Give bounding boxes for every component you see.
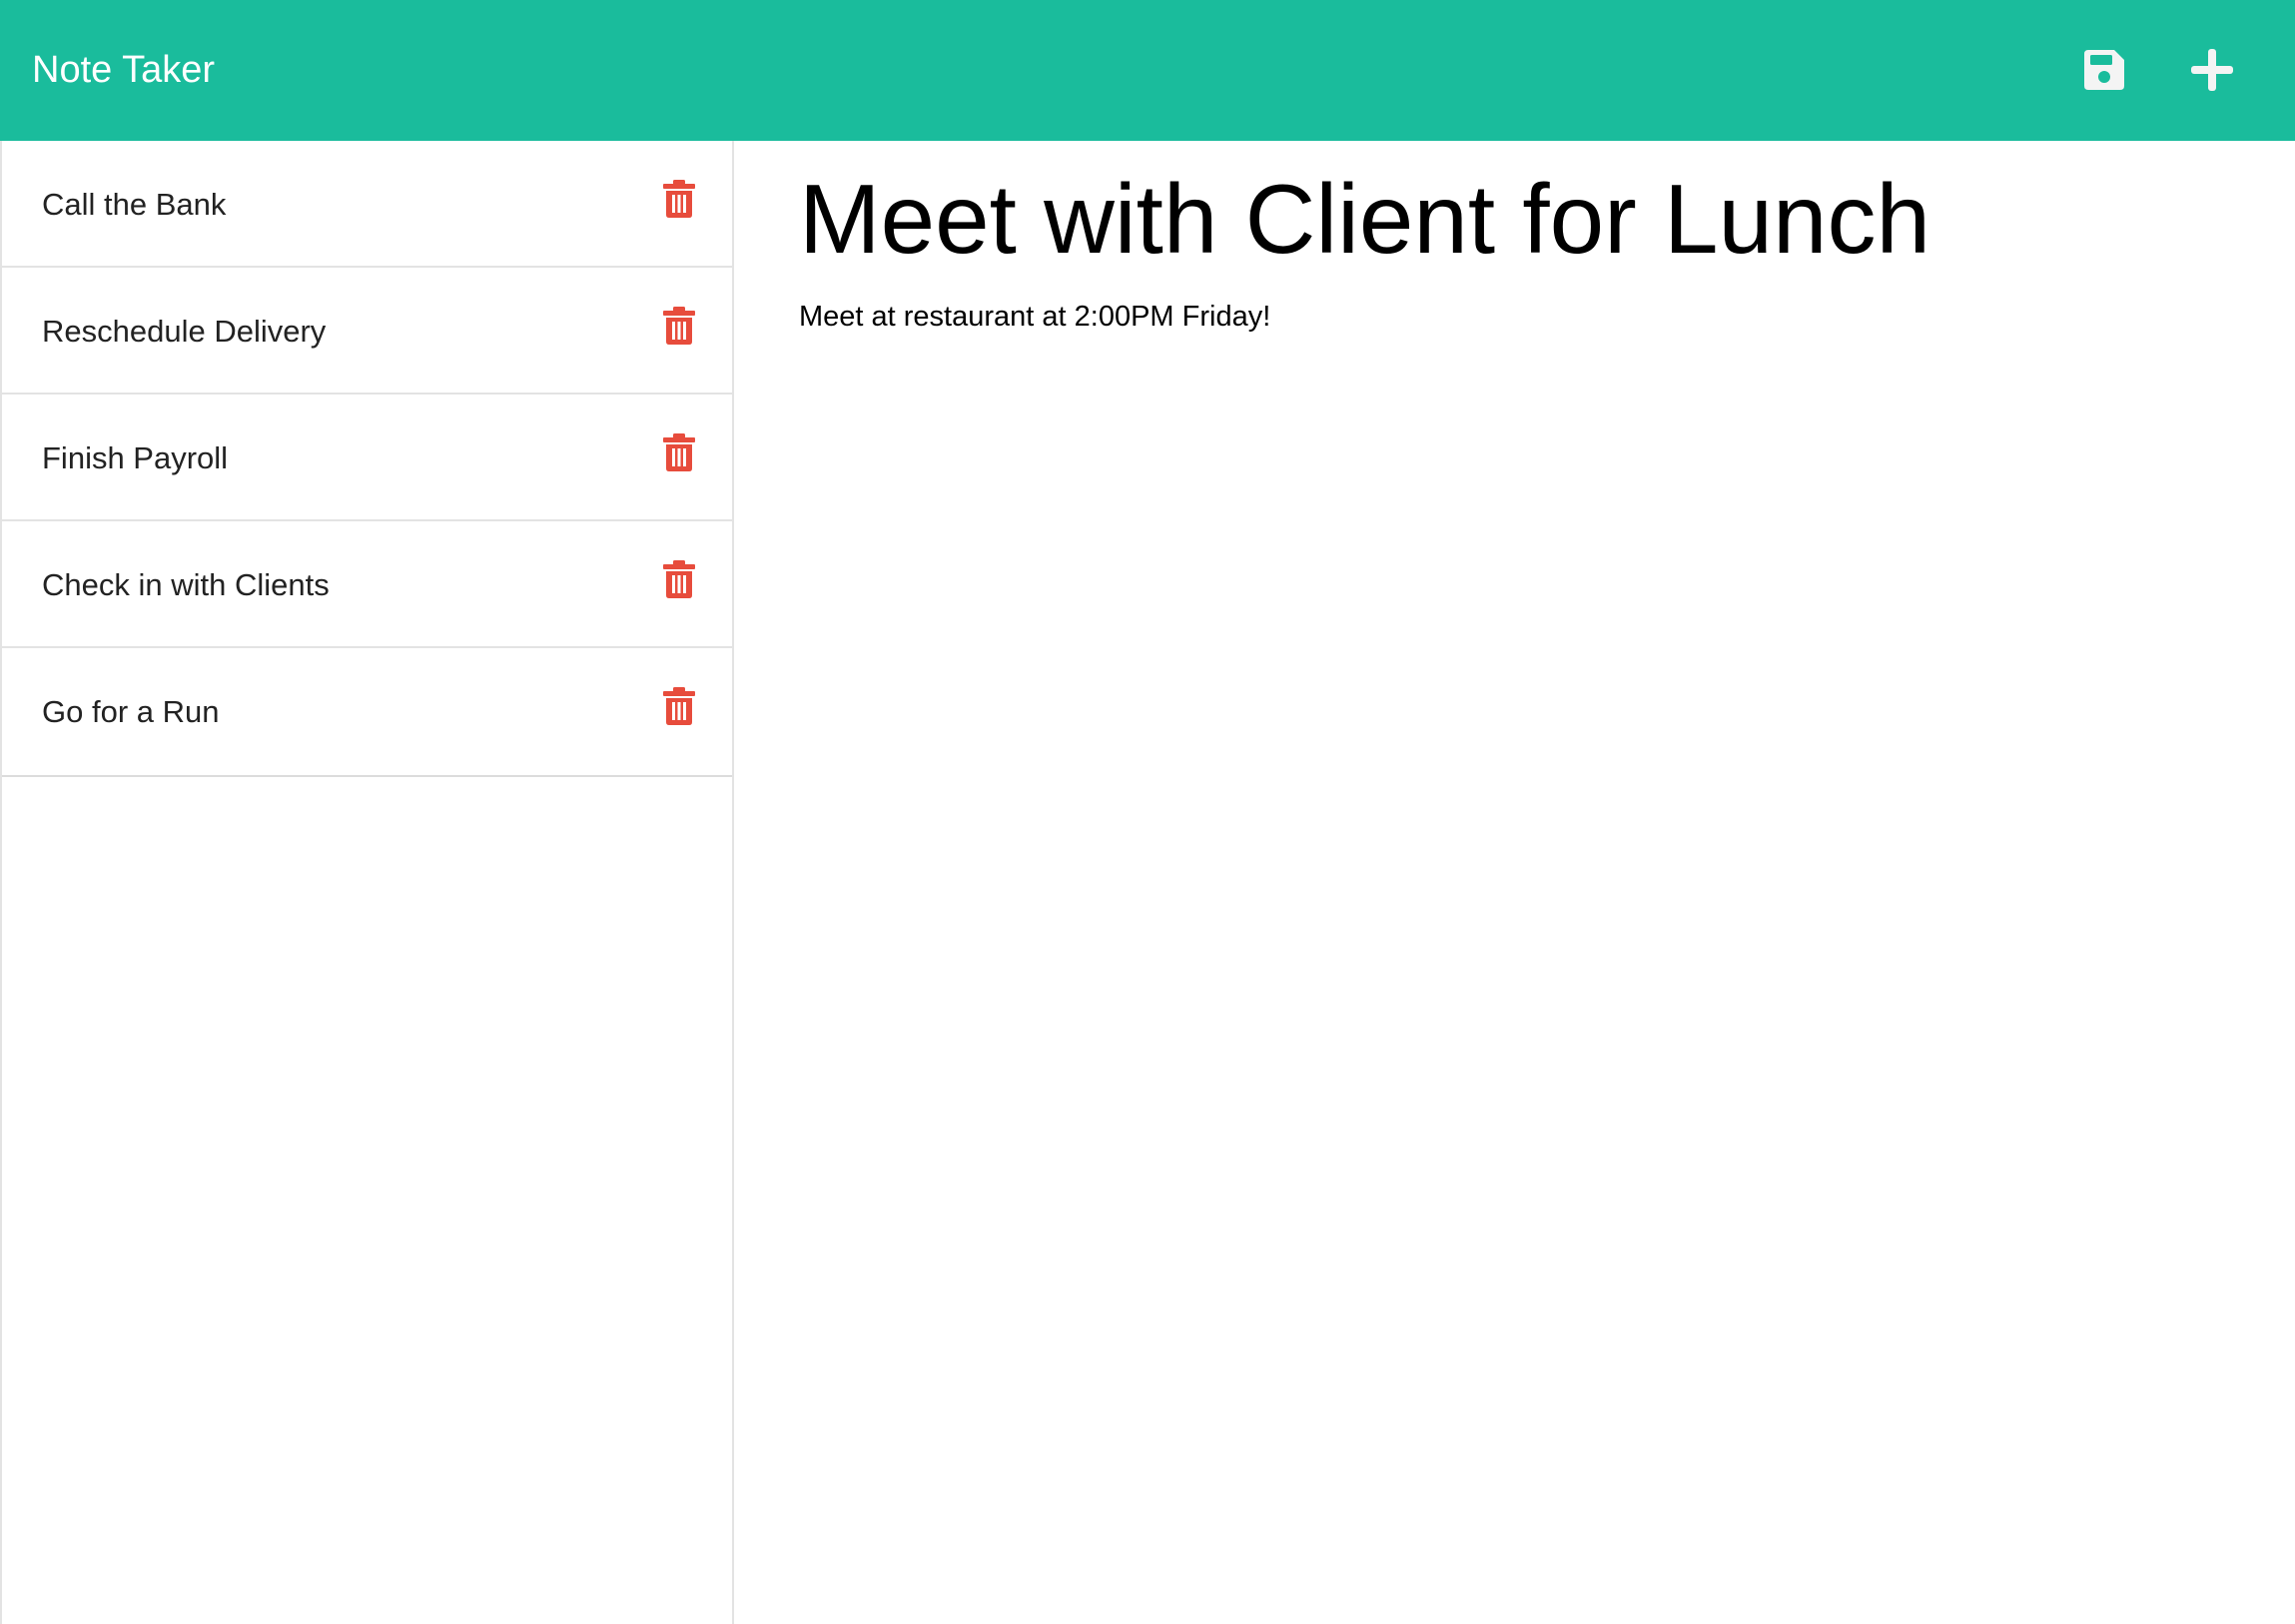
note-list-item[interactable]: Check in with Clients [2,521,732,648]
note-list-item-title[interactable]: Go for a Run [42,648,219,775]
note-list-item[interactable]: Reschedule Delivery [2,268,732,395]
note-list-item-title[interactable]: Call the Bank [42,141,226,268]
note-list-item[interactable]: Call the Bank [2,141,732,268]
trash-icon[interactable] [661,686,697,726]
save-note-button[interactable] [2072,38,2136,102]
trash-icon[interactable] [661,559,697,599]
notes-sidebar: Call the Bank Reschedule Delivery Finish… [0,141,734,1624]
note-list-item[interactable]: Go for a Run [2,648,732,775]
new-note-button[interactable] [2180,38,2244,102]
trash-icon[interactable] [661,179,697,219]
note-list-item[interactable]: Finish Payroll [2,395,732,521]
note-list-item-title[interactable]: Reschedule Delivery [42,268,326,395]
app-title[interactable]: Note Taker [32,0,215,141]
trash-icon[interactable] [661,432,697,472]
top-navbar: Note Taker [0,0,2295,141]
plus-icon [2191,49,2233,91]
note-editor: Meet with Client for Lunch Meet at resta… [734,141,2295,1624]
note-list: Call the Bank Reschedule Delivery Finish… [2,141,732,777]
note-title-field[interactable]: Meet with Client for Lunch [799,161,1930,279]
trash-icon[interactable] [661,306,697,346]
note-list-item-title[interactable]: Finish Payroll [42,395,228,521]
floppy-disk-icon [2084,50,2124,90]
note-text-field[interactable]: Meet at restaurant at 2:00PM Friday! [799,301,1270,334]
note-list-item-title[interactable]: Check in with Clients [42,521,330,648]
